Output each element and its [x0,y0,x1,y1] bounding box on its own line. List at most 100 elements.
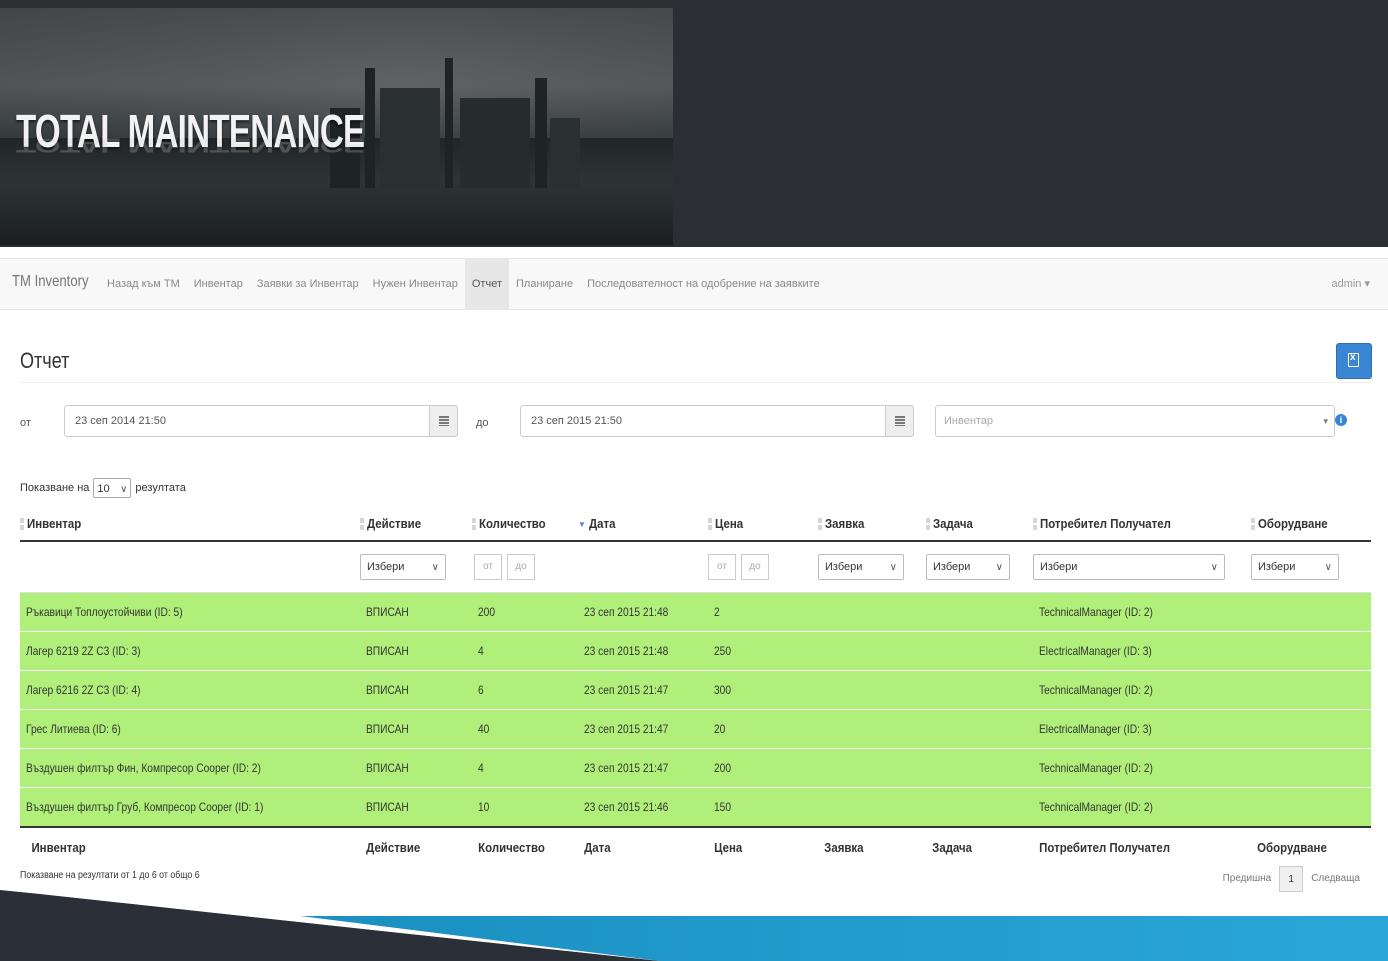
table-row: Въздушен филтър Груб, Компресор Cooper (… [20,787,1371,828]
banner-title-reflection: TOTAL MAINTENANCE [16,134,365,158]
chevron-down-icon: ∨ [995,562,1003,573]
filter-cell-price: от до [708,541,818,593]
table-row: Грес Литиева (ID: 6) ВПИСАН 40 23 сеп 20… [20,709,1371,749]
nav-item-inventory-requests[interactable]: Заявки за Инвентар [250,259,366,309]
user-filter-select[interactable]: Избери ∨ [1033,554,1225,580]
column-header-user[interactable]: Потребител Получател [1033,506,1251,542]
inventory-select[interactable]: Инвентар ▾ [935,405,1335,437]
filter-cell-user: Избери ∨ [1033,541,1251,593]
sort-icon [818,518,822,531]
column-header-task[interactable]: Задача [926,506,1033,542]
to-date-input[interactable]: 23 сеп 2015 21:50 [520,405,914,437]
cell-action: ВПИСАН [366,683,409,697]
nav-item-needed-inventory[interactable]: Нужен Инвентар [366,259,465,309]
footer-header-price: Цена [708,826,818,866]
sort-icon [472,518,476,531]
chevron-down-icon: ∨ [1210,562,1218,573]
excel-export-icon [1348,352,1359,367]
sort-icon [926,518,930,531]
from-calendar-button[interactable] [429,405,458,437]
report-table: Инвентар Действие Количество ▼ Дата Цена … [20,506,1371,866]
sort-icon [20,518,24,531]
column-header-request[interactable]: Заявка [818,506,926,542]
cell-quantity: 6 [478,683,484,697]
price-to-input[interactable]: до [741,554,769,580]
action-filter-select[interactable]: Избери ∨ [360,554,446,580]
from-date-value: 23 сеп 2014 21:50 [75,415,166,427]
calendar-icon [895,416,905,426]
cell-date: 23 сеп 2015 21:47 [584,722,669,736]
banner-image: TOTAL MAINTENANCE TOTAL MAINTENANCE [0,8,673,245]
to-calendar-button[interactable] [885,405,914,437]
pagination: Предишна 1 Следваща [1215,866,1368,892]
nav-item-report[interactable]: Отчет [464,259,509,309]
cell-date: 23 сеп 2015 21:48 [584,605,669,619]
pagination-page-1[interactable]: 1 [1279,866,1304,892]
cell-user: ElectricalManager (ID: 3) [1039,722,1152,736]
price-from-input[interactable]: от [708,554,736,580]
nav-item-back-to-tm[interactable]: Назад към ТМ [100,259,187,309]
cell-action: ВПИСАН [366,605,409,619]
cell-date: 23 сеп 2015 21:47 [584,683,669,697]
filter-cell-task: Избери ∨ [926,541,1033,593]
nav-item-approval-sequence[interactable]: Последователност на одобрение на заявкит… [580,259,827,309]
task-filter-select[interactable]: Избери ∨ [926,554,1010,580]
cell-user: TechnicalManager (ID: 2) [1039,683,1153,697]
chevron-down-icon: ∨ [431,562,439,573]
cell-quantity: 40 [478,722,490,736]
cell-quantity: 200 [478,605,496,619]
equipment-filter-select[interactable]: Избери ∨ [1251,554,1339,580]
cell-inventory: Въздушен филтър Груб, Компресор Cooper (… [26,800,264,814]
cell-price: 200 [714,761,732,775]
excel-export-button[interactable] [1336,343,1372,379]
from-date-input[interactable]: 23 сеп 2014 21:50 [64,405,458,437]
column-header-action[interactable]: Действие [360,506,472,542]
title-divider [20,382,1370,383]
filter-cell-inventory [20,541,360,593]
column-header-price[interactable]: Цена [708,506,818,542]
chevron-down-icon: ∨ [1324,562,1332,573]
top-navbar: TM Inventory Назад към ТМ Инвентар Заявк… [0,258,1388,310]
filter-row: Избери ∨ от до от до Избери ∨ Избери ∨ Избе… [20,541,1371,593]
sort-icon [708,518,712,531]
footer-header-user: Потребител Получател [1033,826,1251,866]
filter-cell-date [578,541,708,593]
cell-user: ElectricalManager (ID: 3) [1039,644,1152,658]
footer-header-inventory: Инвентар [20,826,360,866]
column-header-equipment[interactable]: Оборудване [1251,506,1371,542]
column-header-quantity[interactable]: Количество [472,506,578,542]
page-length-control: Показване на 10 ∨ резултата [20,478,186,498]
request-filter-select[interactable]: Избери ∨ [818,554,904,580]
cell-price: 150 [714,800,732,814]
pagination-next[interactable]: Следваща [1303,866,1368,892]
cell-user: TechnicalManager (ID: 2) [1039,761,1153,775]
pagination-previous[interactable]: Предишна [1215,866,1280,892]
cell-action: ВПИСАН [366,722,409,736]
column-header-date[interactable]: ▼ Дата [578,506,708,542]
page-length-select[interactable]: 10 ∨ [93,478,132,498]
column-header-inventory[interactable]: Инвентар [20,506,360,542]
chevron-down-icon: ∨ [889,562,897,573]
user-menu[interactable]: admin ▾ [1331,277,1370,290]
cell-inventory: Грес Литиева (ID: 6) [26,722,121,736]
table-row: Ръкавици Топлоустойчиви (ID: 5) ВПИСАН 2… [20,592,1371,632]
cell-action: ВПИСАН [366,761,409,775]
cell-user: TechnicalManager (ID: 2) [1039,800,1153,814]
filter-cell-quantity: от до [472,541,578,593]
nav-item-inventory[interactable]: Инвентар [187,259,250,309]
info-icon[interactable]: i [1335,414,1347,426]
quantity-to-input[interactable]: до [507,554,535,580]
quantity-from-input[interactable]: от [474,554,502,580]
cell-price: 20 [714,722,726,736]
from-label: от [20,417,31,429]
nav-brand[interactable]: TM Inventory [12,273,89,291]
filter-cell-request: Избери ∨ [818,541,926,593]
nav-item-planning[interactable]: Планиране [509,259,580,309]
cell-inventory: Лагер 6216 2Z C3 (ID: 4) [26,683,141,697]
chevron-down-icon: ∨ [120,484,128,495]
table-row: Лагер 6219 2Z C3 (ID: 3) ВПИСАН 4 23 сеп… [20,631,1371,671]
footer-header-date: Дата [578,826,708,866]
to-label: до [476,417,489,429]
footer-header-request: Заявка [818,826,926,866]
cell-quantity: 4 [478,761,484,775]
